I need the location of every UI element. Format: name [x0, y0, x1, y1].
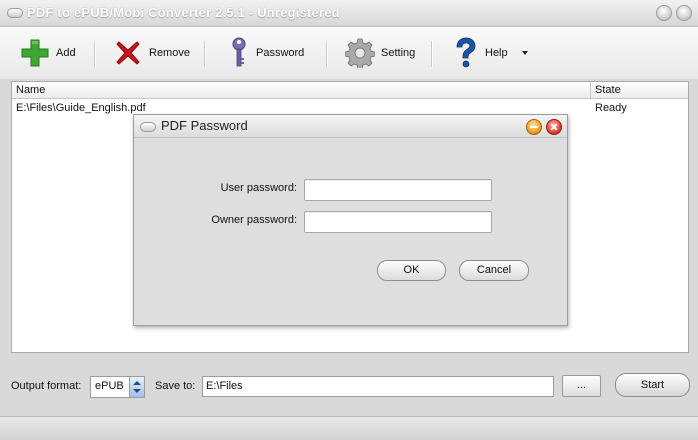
- x-icon: [116, 41, 140, 65]
- dialog-title-bar: PDF Password: [134, 115, 567, 138]
- help-button[interactable]: Help: [453, 37, 530, 69]
- output-format-label: Output format:: [11, 380, 82, 392]
- dropdown-arrow-icon[interactable]: [520, 48, 530, 58]
- user-password-label: User password:: [220, 182, 297, 194]
- password-label: Password: [256, 47, 305, 59]
- toolbar-divider: [326, 41, 328, 67]
- file-name-cell: E:\Files\Guide_English.pdf: [16, 102, 146, 114]
- help-label: Help: [485, 47, 508, 59]
- add-button[interactable]: Add: [20, 37, 76, 69]
- password-button[interactable]: Password: [228, 37, 304, 69]
- gear-icon: [345, 38, 375, 68]
- dialog-menu-icon[interactable]: [140, 122, 156, 132]
- remove-label: Remove: [149, 47, 190, 59]
- user-password-field[interactable]: [304, 179, 492, 201]
- bottom-panel: Output format: ePUB Save to: E:\Files ..…: [0, 362, 698, 414]
- save-to-label: Save to:: [155, 380, 196, 392]
- save-to-value: E:\Files: [206, 380, 243, 392]
- window-menu-icon[interactable]: [7, 8, 23, 18]
- key-icon: [232, 37, 246, 67]
- remove-button[interactable]: Remove: [113, 37, 190, 69]
- add-label: Add: [56, 47, 76, 59]
- list-header: Name State: [12, 82, 688, 99]
- toolbar-divider: [431, 41, 433, 67]
- setting-button[interactable]: Setting: [345, 37, 415, 69]
- question-icon: [456, 37, 476, 68]
- status-bar: [0, 416, 698, 440]
- dialog-close-button[interactable]: [546, 119, 562, 135]
- start-button[interactable]: Start: [615, 373, 690, 397]
- title-bar: PDF to ePUB/Mobi Converter 2.5.1 - Unreg…: [0, 0, 698, 27]
- setting-label: Setting: [381, 47, 416, 59]
- browse-button[interactable]: ...: [562, 375, 601, 397]
- window-title: PDF to ePUB/Mobi Converter 2.5.1 - Unreg…: [27, 5, 340, 20]
- dialog-minimize-button[interactable]: [526, 119, 542, 135]
- file-state-cell: Ready: [595, 102, 627, 114]
- dialog-title: PDF Password: [161, 118, 248, 133]
- close-button[interactable]: [676, 5, 692, 21]
- plus-icon: [21, 39, 49, 67]
- ok-button[interactable]: OK: [377, 260, 446, 281]
- pdf-password-dialog: PDF Password User password: Owner passwo…: [133, 114, 568, 326]
- owner-password-label: Owner password:: [211, 214, 297, 226]
- output-format-value: ePUB: [95, 380, 124, 392]
- toolbar-divider: [204, 41, 206, 67]
- minimize-button[interactable]: [656, 5, 672, 21]
- save-to-field[interactable]: E:\Files: [202, 376, 554, 397]
- column-divider[interactable]: [590, 82, 591, 98]
- column-header-state[interactable]: State: [595, 84, 621, 96]
- toolbar-divider: [94, 41, 96, 67]
- toolbar: Add Remove Password Setting Help: [0, 27, 698, 79]
- output-format-select[interactable]: ePUB: [90, 376, 145, 398]
- spinner-arrows-icon[interactable]: [129, 377, 144, 397]
- cancel-button[interactable]: Cancel: [459, 260, 529, 281]
- owner-password-field[interactable]: [304, 211, 492, 233]
- column-header-name[interactable]: Name: [16, 84, 45, 96]
